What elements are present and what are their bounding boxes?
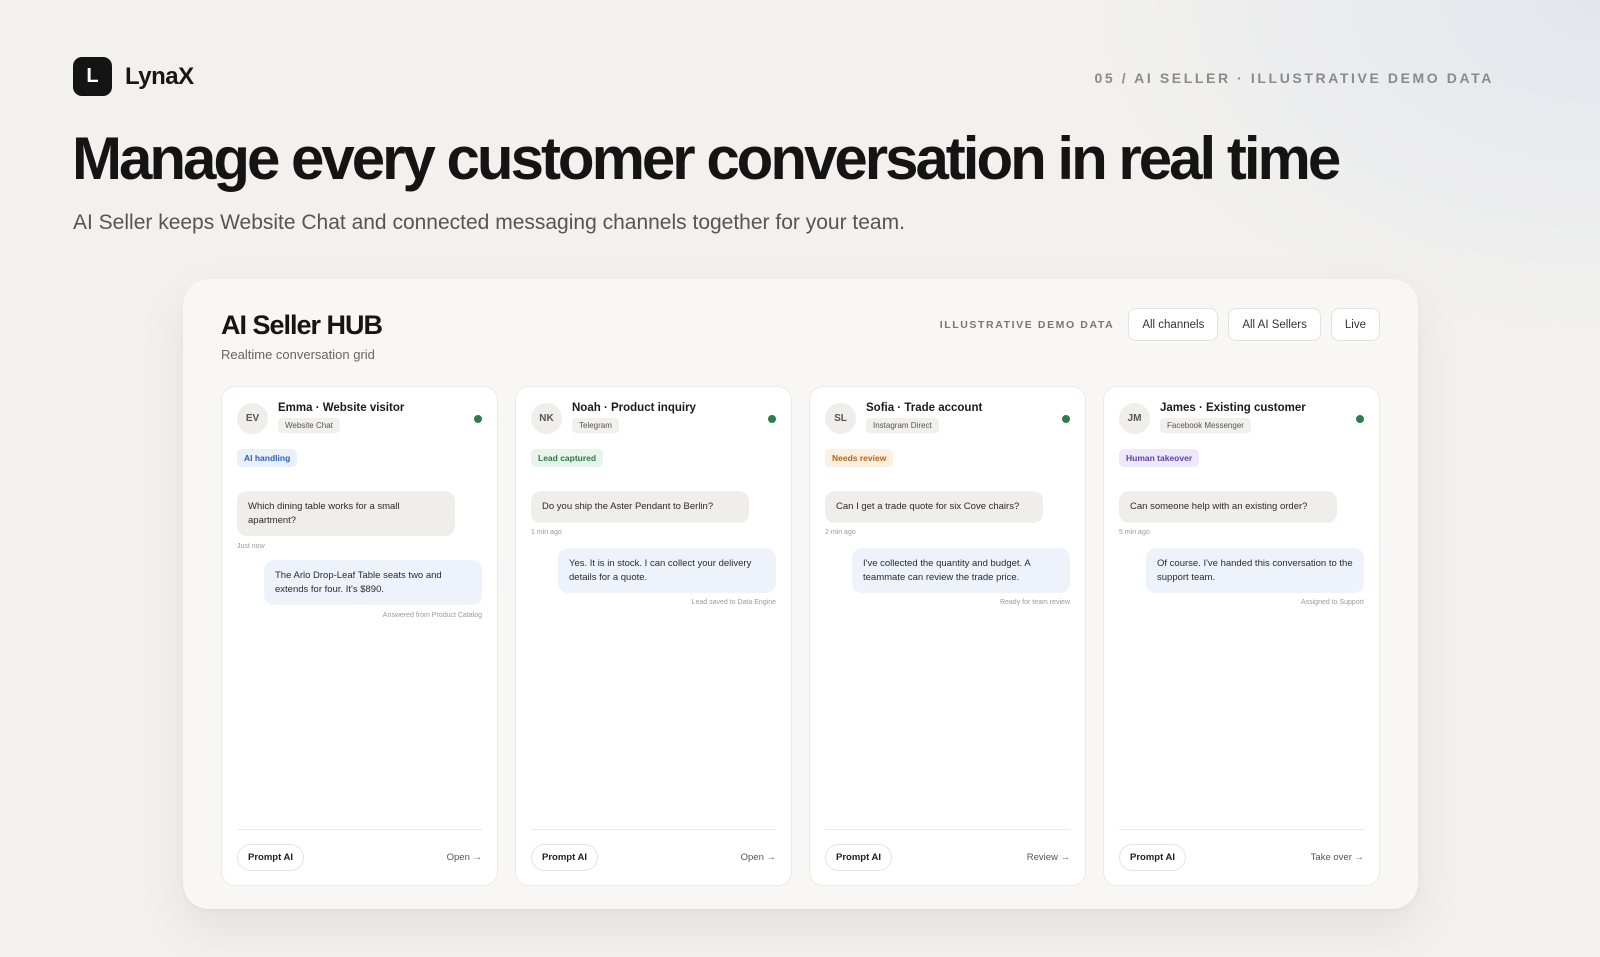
contact-name: Noah · Product inquiry — [572, 402, 696, 414]
all-channels-filter[interactable]: All channels — [1128, 308, 1219, 341]
reply-note: Assigned to Support — [1300, 599, 1364, 606]
hero-subtitle: AI Seller keeps Website Chat and connect… — [73, 211, 905, 234]
logo-mark: L — [73, 57, 112, 96]
hub-subtitle: Realtime conversation grid — [221, 347, 375, 362]
online-dot-icon — [768, 415, 776, 423]
card-footer: Prompt AI Take over → — [1119, 829, 1364, 885]
review-link[interactable]: Review → — [1027, 852, 1070, 863]
prompt-ai-button[interactable]: Prompt AI — [237, 844, 305, 871]
channel-chip: Website Chat — [278, 418, 340, 433]
status-badge: AI handling — [237, 449, 298, 467]
reply-note: Ready for team review — [999, 599, 1070, 606]
reply-note: Answered from Product Catalog — [382, 612, 482, 619]
hub-controls: ILLUSTRATIVE DEMO DATA All channels All … — [940, 308, 1380, 341]
conversation-card[interactable]: EV Emma · Website visitor Website Chat A… — [221, 386, 498, 886]
avatar: JM — [1119, 403, 1150, 434]
prompt-ai-button[interactable]: Prompt AI — [825, 844, 893, 871]
open-link[interactable]: Open → — [741, 852, 776, 863]
message-time: 2 min ago — [825, 529, 856, 536]
conversation-card[interactable]: NK Noah · Product inquiry Telegram Lead … — [515, 386, 792, 886]
live-toggle[interactable]: Live — [1330, 308, 1380, 341]
avatar: EV — [237, 403, 268, 434]
prompt-ai-button[interactable]: Prompt AI — [1119, 844, 1187, 871]
conversation-grid: EV Emma · Website visitor Website Chat A… — [221, 386, 1380, 886]
contact-name: Sofia · Trade account — [866, 402, 983, 414]
channel-chip: Instagram Direct — [866, 418, 939, 433]
hub-title: AI Seller HUB — [221, 310, 383, 340]
ai-reply: Of course. I've handed this conversation… — [1146, 548, 1364, 593]
card-header: EV Emma · Website visitor Website Chat — [237, 402, 482, 434]
customer-message: Which dining table works for a small apa… — [237, 491, 455, 536]
ai-seller-hub-panel: AI Seller HUB Realtime conversation grid… — [183, 279, 1418, 909]
section-tag: 05 / AI SELLER · ILLUSTRATIVE DEMO DATA — [1094, 70, 1494, 86]
customer-message: Can someone help with an existing order? — [1119, 491, 1337, 523]
all-ai-sellers-filter[interactable]: All AI Sellers — [1228, 308, 1321, 341]
card-header: NK Noah · Product inquiry Telegram — [531, 402, 776, 434]
hero-title: Manage every customer conversation in re… — [72, 125, 1341, 192]
status-badge: Human takeover — [1119, 449, 1200, 467]
status-badge: Lead captured — [531, 449, 604, 467]
open-link[interactable]: Open → — [447, 852, 482, 863]
contact-name: Emma · Website visitor — [278, 402, 405, 414]
avatar: SL — [825, 403, 856, 434]
status-badge: Needs review — [825, 449, 894, 467]
customer-message: Can I get a trade quote for six Cove cha… — [825, 491, 1043, 523]
take-over-link[interactable]: Take over → — [1311, 852, 1364, 863]
card-header: SL Sofia · Trade account Instagram Direc… — [825, 402, 1070, 434]
brand: L LynaX — [73, 57, 194, 96]
channel-chip: Facebook Messenger — [1160, 418, 1251, 433]
customer-message: Do you ship the Aster Pendant to Berlin? — [531, 491, 749, 523]
ai-reply: Yes. It is in stock. I can collect your … — [558, 548, 776, 593]
ai-reply: The Arlo Drop-Leaf Table seats two and e… — [264, 560, 482, 605]
prompt-ai-button[interactable]: Prompt AI — [531, 844, 599, 871]
message-time: Just now — [237, 543, 265, 550]
conversation-card[interactable]: SL Sofia · Trade account Instagram Direc… — [809, 386, 1086, 886]
online-dot-icon — [474, 415, 482, 423]
avatar: NK — [531, 403, 562, 434]
ai-reply: I've collected the quantity and budget. … — [852, 548, 1070, 593]
channel-chip: Telegram — [572, 418, 619, 433]
conversation-card[interactable]: JM James · Existing customer Facebook Me… — [1103, 386, 1380, 886]
reply-note: Lead saved to Data Engine — [691, 599, 776, 606]
online-dot-icon — [1062, 415, 1070, 423]
brand-name: LynaX — [125, 62, 194, 90]
card-footer: Prompt AI Open → — [237, 829, 482, 885]
demo-data-label: ILLUSTRATIVE DEMO DATA — [939, 318, 1115, 331]
card-header: JM James · Existing customer Facebook Me… — [1119, 402, 1364, 434]
card-footer: Prompt AI Open → — [531, 829, 776, 885]
card-footer: Prompt AI Review → — [825, 829, 1070, 885]
contact-name: James · Existing customer — [1160, 402, 1306, 414]
message-time: 1 min ago — [531, 529, 562, 536]
online-dot-icon — [1356, 415, 1364, 423]
message-time: 5 min ago — [1119, 529, 1150, 536]
